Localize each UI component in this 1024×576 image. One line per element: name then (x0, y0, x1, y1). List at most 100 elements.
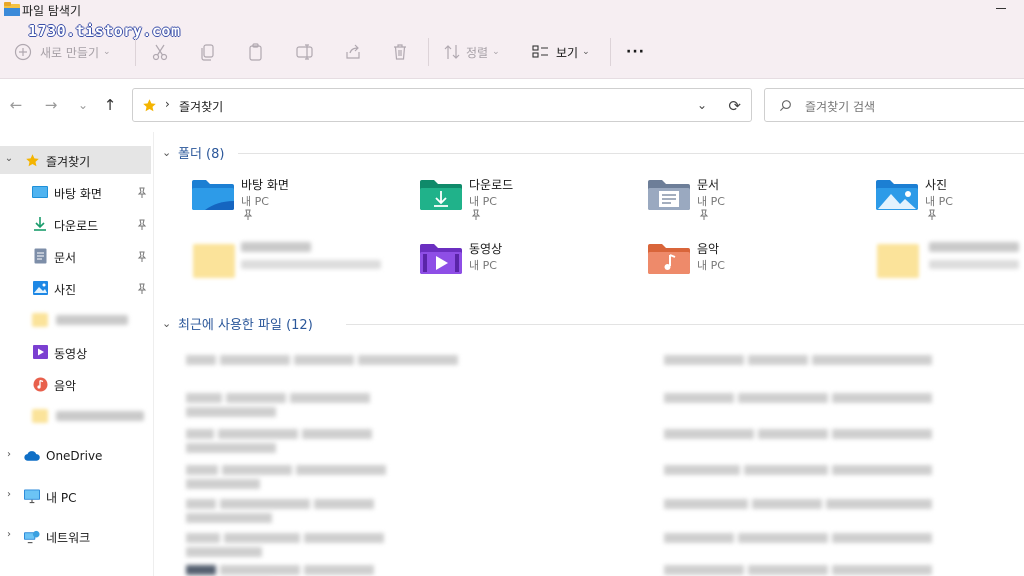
window-title: 파일 탐색기 (22, 4, 82, 18)
delete-button[interactable] (392, 40, 408, 64)
music-icon (32, 376, 48, 392)
folder-tile-downloads[interactable]: 다운로드 내 PC (419, 176, 629, 228)
cloud-icon (24, 448, 40, 464)
folder-icon (32, 313, 48, 327)
list-item[interactable] (186, 426, 466, 453)
delete-icon (392, 43, 408, 61)
sidebar-item-label: 다운로드 (54, 219, 99, 233)
sort-label: 정렬 (466, 45, 489, 60)
folders-section-header[interactable]: ⌄ 폴더 (8) (162, 142, 224, 162)
search-input[interactable]: 즐겨찾기 검색 (805, 98, 875, 115)
chevron-down-icon[interactable]: ⌄ (4, 153, 14, 164)
recent-locations-button[interactable]: ⌄ (74, 96, 92, 114)
sidebar-item-quick-access[interactable]: ⌄ 즐겨찾기 (0, 146, 151, 174)
sidebar-item-label: 내 PC (46, 491, 77, 505)
more-options-button[interactable]: ··· (626, 40, 645, 64)
rename-icon (296, 43, 314, 61)
address-bar[interactable]: › 즐겨찾기 ⌄ ⟳ (132, 88, 752, 122)
sidebar-item-videos[interactable]: 동영상 (0, 338, 151, 366)
folder-icon (877, 244, 919, 278)
document-folder-icon (647, 176, 691, 212)
section-title: 최근에 사용한 파일 (12) (178, 317, 313, 333)
folder-tile-desktop[interactable]: 바탕 화면 내 PC (191, 176, 401, 228)
up-button[interactable]: ↑ (101, 96, 119, 114)
sidebar-item-folder[interactable] (0, 306, 151, 334)
folder-tile-pictures[interactable]: 사진 내 PC (875, 176, 1024, 228)
list-item[interactable] (664, 530, 936, 544)
list-item[interactable] (664, 426, 936, 440)
folder-tile-documents[interactable]: 문서 내 PC (647, 176, 857, 228)
redacted-label (56, 411, 144, 421)
sidebar-item-label: 즐겨찾기 (46, 155, 91, 169)
sidebar-item-documents[interactable]: 문서 (0, 242, 151, 270)
folder-tile-videos[interactable]: 동영상 내 PC (419, 240, 629, 292)
redacted-label (241, 260, 381, 269)
picture-icon (32, 280, 48, 296)
minimize-button[interactable] (996, 2, 1010, 16)
redacted-label (56, 315, 128, 325)
title-and-ribbon: 파일 탐색기 1730.tistory.com 새로 만들기 ⌄ 정렬 ⌄ 보기… (0, 0, 1024, 79)
sidebar-item-label: OneDrive (46, 449, 103, 463)
new-label: 새로 만들기 (40, 45, 100, 60)
video-icon (32, 344, 48, 360)
new-button[interactable]: 새로 만들기 ⌄ (14, 40, 111, 64)
chevron-down-icon: ⌄ (492, 47, 500, 57)
sidebar-item-label: 문서 (54, 251, 77, 265)
sidebar-item-music[interactable]: 음악 (0, 370, 151, 398)
address-dropdown-button[interactable]: ⌄ (697, 98, 707, 112)
rename-button[interactable] (296, 40, 314, 64)
sidebar-item-onedrive[interactable]: › OneDrive (0, 442, 151, 470)
command-bar: 새로 만들기 ⌄ 정렬 ⌄ 보기 ⌄ ··· (0, 36, 1024, 68)
download-icon (32, 216, 48, 232)
sidebar-item-this-pc[interactable]: › 내 PC (0, 482, 151, 510)
sidebar-item-network[interactable]: › 네트워크 (0, 522, 151, 550)
list-item[interactable] (186, 562, 466, 576)
sidebar-item-pictures[interactable]: 사진 (0, 274, 151, 302)
copy-button[interactable] (200, 40, 216, 64)
list-item[interactable] (664, 352, 936, 366)
list-item[interactable] (664, 462, 936, 476)
search-box[interactable]: 즐겨찾기 검색 (764, 88, 1024, 122)
list-item[interactable] (664, 562, 936, 576)
cut-button[interactable] (152, 40, 168, 64)
list-item[interactable] (186, 390, 466, 417)
list-item[interactable] (186, 496, 466, 523)
star-icon (24, 152, 40, 168)
sort-button[interactable]: 정렬 ⌄ (444, 40, 500, 64)
folder-location: 내 PC (469, 259, 497, 272)
pane-divider[interactable] (153, 132, 154, 576)
folder-name: 바탕 화면 (241, 178, 289, 192)
list-item[interactable] (186, 352, 466, 366)
sidebar-item-folder[interactable] (0, 402, 151, 430)
sidebar-item-desktop[interactable]: 바탕 화면 (0, 178, 151, 206)
copy-icon (200, 43, 216, 61)
list-item[interactable] (664, 390, 936, 404)
pin-icon (243, 209, 253, 224)
recent-files-section-header[interactable]: ⌄ 최근에 사용한 파일 (12) (162, 313, 313, 333)
folder-tile-redacted[interactable] (875, 240, 1024, 292)
sidebar-item-downloads[interactable]: 다운로드 (0, 210, 151, 238)
paste-button[interactable] (248, 40, 264, 64)
refresh-button[interactable]: ⟳ (728, 97, 741, 115)
chevron-right-icon[interactable]: › (4, 529, 14, 540)
view-button[interactable]: 보기 ⌄ (532, 40, 590, 64)
breadcrumb-separator[interactable]: › (165, 97, 170, 111)
folder-tile-redacted[interactable] (191, 240, 401, 292)
redacted-label (241, 242, 311, 252)
document-icon (32, 248, 48, 264)
list-item[interactable] (186, 462, 466, 489)
forward-button[interactable]: → (42, 96, 60, 114)
search-icon (779, 99, 792, 115)
list-item[interactable] (664, 496, 936, 510)
ribbon-divider (135, 38, 136, 66)
chevron-right-icon[interactable]: › (4, 449, 14, 460)
breadcrumb-quick-access[interactable]: 즐겨찾기 (179, 98, 223, 115)
pin-icon (137, 187, 147, 199)
pin-icon (471, 209, 481, 224)
share-button[interactable] (344, 40, 362, 64)
chevron-right-icon[interactable]: › (4, 489, 14, 500)
redacted-label (929, 260, 1019, 269)
list-item[interactable] (186, 530, 466, 557)
back-button[interactable]: ← (7, 96, 25, 114)
folder-tile-music[interactable]: 음악 내 PC (647, 240, 857, 292)
